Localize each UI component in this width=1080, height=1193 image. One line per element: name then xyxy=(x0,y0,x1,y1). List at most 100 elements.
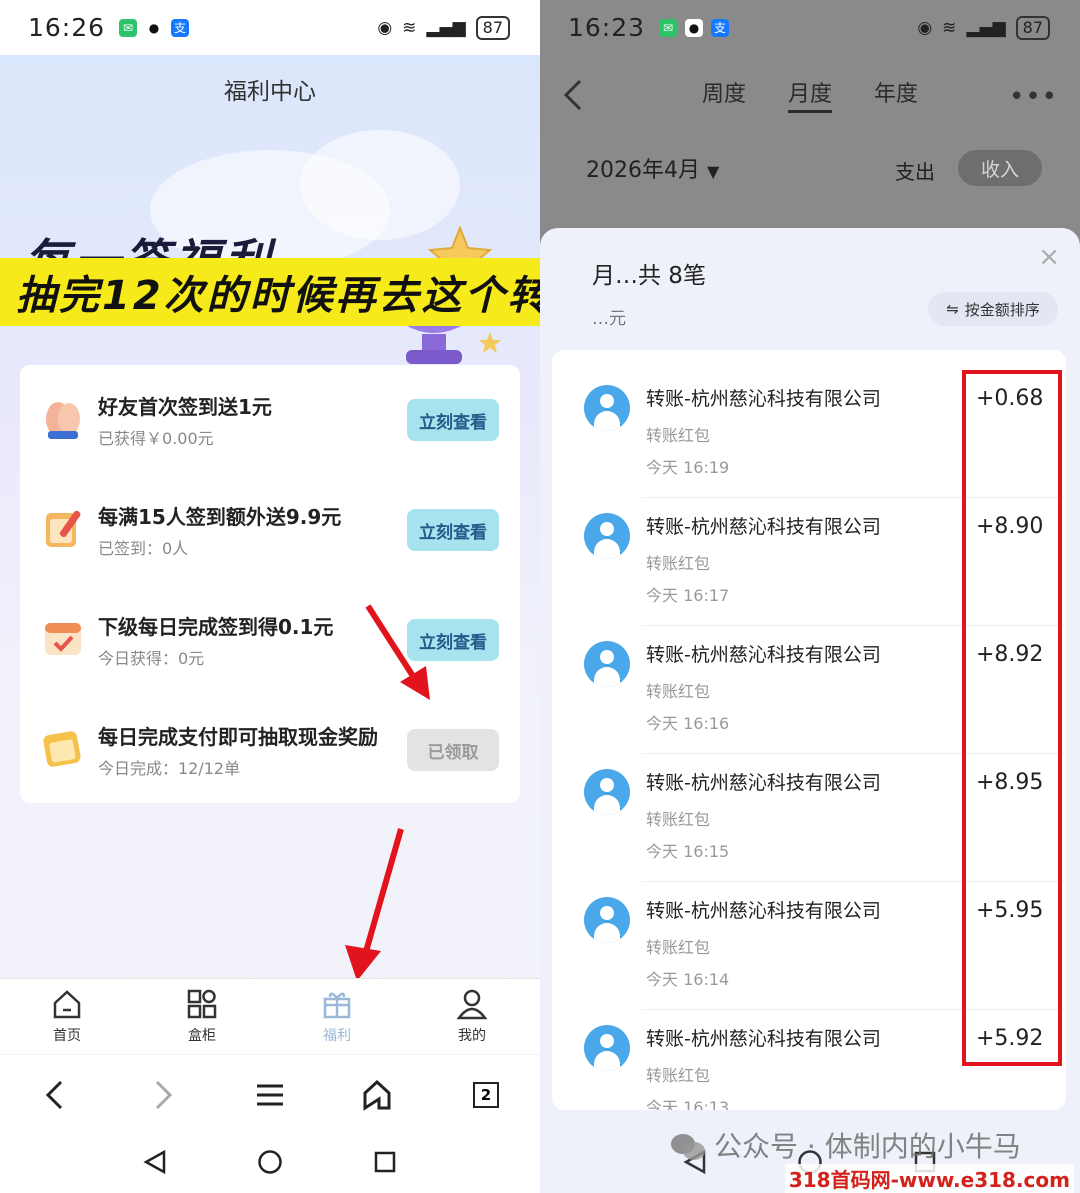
nav-welfare[interactable]: 福利 xyxy=(297,987,377,1045)
nav-label: 首页 xyxy=(53,1028,81,1044)
month-label: 2026年4月 xyxy=(586,158,700,183)
arrow-annotation xyxy=(345,828,404,981)
arrow-annotation xyxy=(365,604,430,700)
chevron-right-icon xyxy=(155,1080,173,1110)
browser-toolbar: 2 xyxy=(0,1055,540,1133)
nav-home[interactable]: 首页 xyxy=(27,987,107,1045)
wechat-icon: ✉ xyxy=(119,18,138,37)
wechat-icon: ✉ xyxy=(659,18,678,37)
more-options-icon[interactable]: ••• xyxy=(1009,82,1058,112)
tabs-button[interactable]: 2 xyxy=(466,1075,506,1115)
nav-cabinet[interactable]: 盒柜 xyxy=(162,987,242,1045)
sys-recents-button[interactable] xyxy=(370,1147,400,1177)
highlight-caption-text: 抽完12次的时候再去这个转盘抽奖 xyxy=(16,273,540,319)
txn-name: 转账-杭州慈沁科技有限公司 xyxy=(646,900,881,922)
nav-label: 福利 xyxy=(323,1028,351,1044)
nav-mine[interactable]: 我的 xyxy=(432,987,512,1045)
avatar xyxy=(584,641,630,687)
txn-type: 转账红包 xyxy=(646,1066,711,1085)
home-icon xyxy=(363,1079,391,1111)
wifi-icon: ≋ xyxy=(402,18,417,38)
back-button[interactable] xyxy=(34,1075,74,1115)
view-now-button[interactable]: 立刻查看 xyxy=(407,399,499,441)
forward-button[interactable] xyxy=(144,1075,184,1115)
sys-home-button[interactable] xyxy=(255,1147,285,1177)
task-item: 每日完成支付即可抽取现金奖励 今日完成：12/12单 已领取 xyxy=(20,695,520,795)
txn-name: 转账-杭州慈沁科技有限公司 xyxy=(646,772,881,794)
bottom-nav: 首页 盒柜 福利 我的 xyxy=(0,978,540,1054)
txn-time: 今天 16:13 xyxy=(646,1098,730,1110)
txn-type: 转账红包 xyxy=(646,938,711,957)
claimed-button[interactable]: 已领取 xyxy=(407,729,499,771)
notification-icons: ✉ ● 支 xyxy=(659,18,730,37)
avatar xyxy=(584,385,630,431)
task-item: 好友首次签到送1元 已获得￥0.00元 立刻查看 xyxy=(20,365,520,465)
expense-toggle[interactable]: 支出 xyxy=(895,156,935,185)
txn-type: 转账红包 xyxy=(646,554,711,573)
grid-icon xyxy=(187,989,217,1019)
sheet-total: …元 xyxy=(592,309,626,329)
txn-time: 今天 16:15 xyxy=(646,842,730,861)
txn-name: 转账-杭州慈沁科技有限公司 xyxy=(646,388,881,410)
home-icon xyxy=(53,990,81,1019)
menu-button[interactable] xyxy=(250,1075,290,1115)
qq-icon: ● xyxy=(145,18,164,37)
status-right: ◉ ≋ ▂▄▆ 87 xyxy=(377,16,510,40)
txn-name: 转账-杭州慈沁科技有限公司 xyxy=(646,516,881,538)
sort-icon: ⇋ xyxy=(946,300,959,318)
circle-home-icon xyxy=(258,1150,282,1174)
battery-indicator: 87 xyxy=(1015,16,1050,40)
site-watermark: 318首码网-www.e318.com xyxy=(784,1164,1074,1193)
chevron-left-icon xyxy=(45,1080,63,1110)
menu-icon xyxy=(257,1084,283,1106)
txn-time: 今天 16:14 xyxy=(646,970,730,989)
sort-by-amount-button[interactable]: ⇋ 按金额排序 xyxy=(928,292,1058,326)
battery-indicator: 87 xyxy=(475,16,510,40)
avatar xyxy=(584,1025,630,1071)
notification-icons: ✉ ● 支 xyxy=(119,18,190,37)
close-icon[interactable]: × xyxy=(1038,242,1060,272)
caret-down-icon: ▼ xyxy=(707,162,720,181)
view-now-button[interactable]: 立刻查看 xyxy=(407,509,499,551)
task-subtitle: 今日获得：0元 xyxy=(98,649,205,668)
sheet-title: 月…共 8笔 xyxy=(592,263,706,289)
task-item: 每满15人签到额外送9.9元 已签到：0人 立刻查看 xyxy=(20,475,520,575)
income-toggle[interactable]: 收入 xyxy=(958,150,1042,186)
system-nav-bar xyxy=(0,1133,540,1193)
tab-yearly[interactable]: 年度 xyxy=(874,76,918,108)
task-subtitle: 已获得￥0.00元 xyxy=(98,429,214,448)
nav-label: 我的 xyxy=(458,1028,486,1044)
chevron-left-icon[interactable] xyxy=(558,75,588,115)
txn-name: 转账-杭州慈沁科技有限公司 xyxy=(646,644,881,666)
page-title: 福利中心 xyxy=(224,79,316,105)
task-title: 好友首次签到送1元 xyxy=(98,395,272,419)
amount-highlight-box xyxy=(962,370,1062,1066)
wechat-official-icon xyxy=(671,1134,705,1160)
sys-back-button[interactable] xyxy=(140,1147,170,1177)
left-phone-screen: 16:26 ✉ ● 支 ◉ ≋ ▂▄▆ 87 福利中心 每一签福利 抽完12次的… xyxy=(0,0,540,1193)
notepad-pencil-icon xyxy=(46,510,81,547)
tab-weekly[interactable]: 周度 xyxy=(702,76,746,108)
avatar xyxy=(584,769,630,815)
task-title: 下级每日完成签到得0.1元 xyxy=(98,615,334,639)
status-bar: 16:26 ✉ ● 支 ◉ ≋ ▂▄▆ 87 xyxy=(0,0,540,55)
highlight-caption: 抽完12次的时候再去这个转盘抽奖 xyxy=(0,258,540,326)
task-subtitle: 今日完成：12/12单 xyxy=(98,759,241,778)
txn-type: 转账红包 xyxy=(646,810,711,829)
month-selector[interactable]: 2026年4月 ▼ xyxy=(586,152,719,184)
eye-icon: ◉ xyxy=(917,18,933,38)
person-icon xyxy=(456,989,488,1020)
status-time: 16:26 xyxy=(28,13,106,42)
txn-name: 转账-杭州慈沁科技有限公司 xyxy=(646,1028,881,1050)
tab-count: 2 xyxy=(473,1082,499,1108)
nav-label: 盒柜 xyxy=(188,1028,216,1044)
task-title: 每日完成支付即可抽取现金奖励 xyxy=(98,725,378,749)
signal-icon: ▂▄▆ xyxy=(426,18,466,38)
qq-icon: ● xyxy=(685,18,704,37)
square-recents-icon xyxy=(374,1151,396,1173)
right-phone-screen: 16:23 ✉ ● 支 ◉ ≋ ▂▄▆ 87 周度 月度 年度 ••• 2026… xyxy=(540,0,1080,1193)
status-bar: 16:23 ✉ ● 支 ◉ ≋ ▂▄▆ 87 xyxy=(540,0,1080,55)
browser-home-button[interactable] xyxy=(357,1075,397,1115)
task-item: 下级每日完成签到得0.1元 今日获得：0元 立刻查看 xyxy=(20,585,520,685)
tab-monthly[interactable]: 月度 xyxy=(788,76,833,113)
